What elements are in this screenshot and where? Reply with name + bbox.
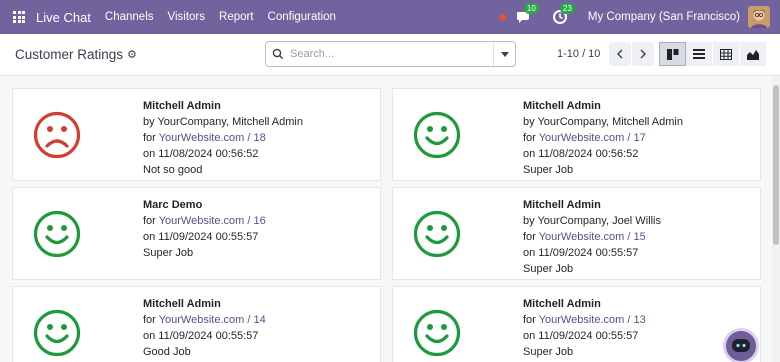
rating-resource-link[interactable]: YourWebsite.com / 15: [539, 231, 646, 243]
messages-icon[interactable]: 10: [516, 3, 539, 25]
rating-rated-by: by YourCompany, Mitchell Admin: [143, 116, 303, 128]
graph-view-button[interactable]: [740, 42, 767, 66]
pager-next-button[interactable]: [632, 42, 654, 66]
rating-details: Mitchell Admin for YourWebsite.com / 14 on…: [143, 296, 266, 360]
rating-for-prefix: for: [143, 132, 159, 144]
rating-for-prefix: for: [523, 132, 539, 144]
apps-menu-icon[interactable]: [13, 11, 25, 23]
list-view-button[interactable]: [686, 42, 713, 66]
menu-visitors[interactable]: Visitors: [168, 11, 206, 23]
rating-feedback: Super Job: [523, 346, 574, 358]
rating-feedback: Super Job: [143, 247, 194, 259]
breadcrumb: Customer Ratings ⚙: [15, 47, 137, 62]
rating-for-prefix: for: [523, 231, 539, 243]
rating-resource-link[interactable]: YourWebsite.com / 13: [539, 314, 646, 326]
rating-card[interactable]: Mitchell Admin by YourCompany, Mitchell A…: [12, 88, 381, 181]
rating-date: on 11/08/2024 00:56:52: [143, 148, 259, 160]
rating-date: on 11/09/2024 00:55:57: [523, 330, 639, 342]
smiley-sad-icon: [33, 111, 81, 159]
rating-for-line: for YourWebsite.com / 13: [523, 312, 646, 328]
rating-date: on 11/09/2024 00:55:57: [143, 330, 259, 342]
rating-details: Mitchell Admin by YourCompany, Joel Willi…: [523, 197, 661, 277]
control-panel: Customer Ratings ⚙ 1-10 / 10: [0, 34, 780, 76]
rating-card[interactable]: Marc Demo for YourWebsite.com / 16 on 11/0…: [12, 187, 381, 280]
pivot-table-icon: [720, 48, 732, 60]
rating-partner-name: Mitchell Admin: [143, 298, 221, 310]
kanban-view-button[interactable]: [659, 42, 686, 66]
smiley-happy-icon: [413, 309, 461, 357]
rating-for-line: for YourWebsite.com / 18: [143, 130, 303, 146]
rating-details: Mitchell Admin by YourCompany, Mitchell A…: [143, 98, 303, 178]
menu-report[interactable]: Report: [219, 11, 254, 23]
rating-details: Mitchell Admin for YourWebsite.com / 13 on…: [523, 296, 646, 360]
kanban-icon: [666, 48, 678, 60]
search-input[interactable]: [290, 48, 493, 60]
rating-date: on 11/09/2024 00:55:57: [143, 231, 259, 243]
activities-count-badge: 23: [559, 3, 575, 14]
gear-icon[interactable]: ⚙: [127, 48, 137, 61]
area-chart-icon: [747, 49, 759, 60]
rating-for-prefix: for: [523, 314, 539, 326]
rating-date: on 11/08/2024 00:56:52: [523, 148, 639, 160]
search-box[interactable]: [265, 41, 516, 67]
caret-down-icon: [500, 51, 509, 57]
user-avatar[interactable]: [748, 6, 770, 28]
activities-icon[interactable]: 23: [552, 3, 575, 25]
page-title: Customer Ratings: [15, 47, 124, 62]
search-options-toggle[interactable]: [493, 42, 515, 66]
scrollbar-thumb[interactable]: [773, 85, 779, 245]
company-switcher[interactable]: My Company (San Francisco): [588, 11, 740, 23]
rating-rated-by: by YourCompany, Joel Willis: [523, 215, 661, 227]
livechat-bubble-button[interactable]: [723, 328, 759, 362]
rating-rated-by: by YourCompany, Mitchell Admin: [523, 116, 683, 128]
messages-count-badge: 10: [523, 3, 539, 14]
menu-channels[interactable]: Channels: [105, 11, 154, 23]
rating-feedback: Super Job: [523, 263, 574, 275]
rating-partner-name: Mitchell Admin: [523, 199, 601, 211]
pivot-view-button[interactable]: [713, 42, 740, 66]
rating-for-line: for YourWebsite.com / 15: [523, 229, 661, 245]
smiley-happy-icon: [33, 210, 81, 258]
rating-card[interactable]: Mitchell Admin by YourCompany, Mitchell A…: [392, 88, 761, 181]
top-navbar: Live Chat Channels Visitors Report Confi…: [0, 0, 780, 34]
rating-date: on 11/09/2024 00:55:57: [523, 247, 639, 259]
list-icon: [693, 49, 705, 59]
chevron-right-icon: [640, 49, 646, 59]
rating-for-line: for YourWebsite.com / 17: [523, 130, 683, 146]
rating-partner-name: Marc Demo: [143, 199, 203, 211]
rating-feedback: Good Job: [143, 346, 191, 358]
pager-previous-button[interactable]: [609, 42, 631, 66]
smiley-happy-icon: [33, 309, 81, 357]
rating-for-line: for YourWebsite.com / 16: [143, 213, 266, 229]
chevron-left-icon: [617, 49, 623, 59]
rating-resource-link[interactable]: YourWebsite.com / 18: [159, 132, 266, 144]
rating-partner-name: Mitchell Admin: [523, 100, 601, 112]
menu-configuration[interactable]: Configuration: [268, 11, 336, 23]
search-icon: [266, 48, 290, 60]
rating-partner-name: Mitchell Admin: [523, 298, 601, 310]
rating-for-prefix: for: [143, 314, 159, 326]
rating-feedback: Not so good: [143, 164, 203, 176]
pager-value[interactable]: 1-10 / 10: [557, 48, 600, 60]
recording-status-icon[interactable]: [498, 13, 506, 21]
rating-details: Marc Demo for YourWebsite.com / 16 on 11/0…: [143, 197, 266, 261]
ratings-kanban: Mitchell Admin by YourCompany, Mitchell A…: [0, 77, 780, 362]
rating-feedback: Super Job: [523, 164, 574, 176]
rating-card[interactable]: Mitchell Admin for YourWebsite.com / 13 on…: [392, 286, 761, 362]
rating-resource-link[interactable]: YourWebsite.com / 16: [159, 215, 266, 227]
rating-resource-link[interactable]: YourWebsite.com / 17: [539, 132, 646, 144]
rating-resource-link[interactable]: YourWebsite.com / 14: [159, 314, 266, 326]
rating-for-line: for YourWebsite.com / 14: [143, 312, 266, 328]
rating-for-prefix: for: [143, 215, 159, 227]
app-brand[interactable]: Live Chat: [36, 10, 91, 25]
view-switcher: [659, 42, 767, 66]
smiley-happy-icon: [413, 210, 461, 258]
chatbot-icon: [732, 339, 750, 352]
smiley-happy-icon: [413, 111, 461, 159]
rating-details: Mitchell Admin by YourCompany, Mitchell A…: [523, 98, 683, 178]
vertical-scrollbar[interactable]: [772, 77, 780, 362]
rating-partner-name: Mitchell Admin: [143, 100, 221, 112]
rating-card[interactable]: Mitchell Admin for YourWebsite.com / 14 on…: [12, 286, 381, 362]
rating-card[interactable]: Mitchell Admin by YourCompany, Joel Willi…: [392, 187, 761, 280]
